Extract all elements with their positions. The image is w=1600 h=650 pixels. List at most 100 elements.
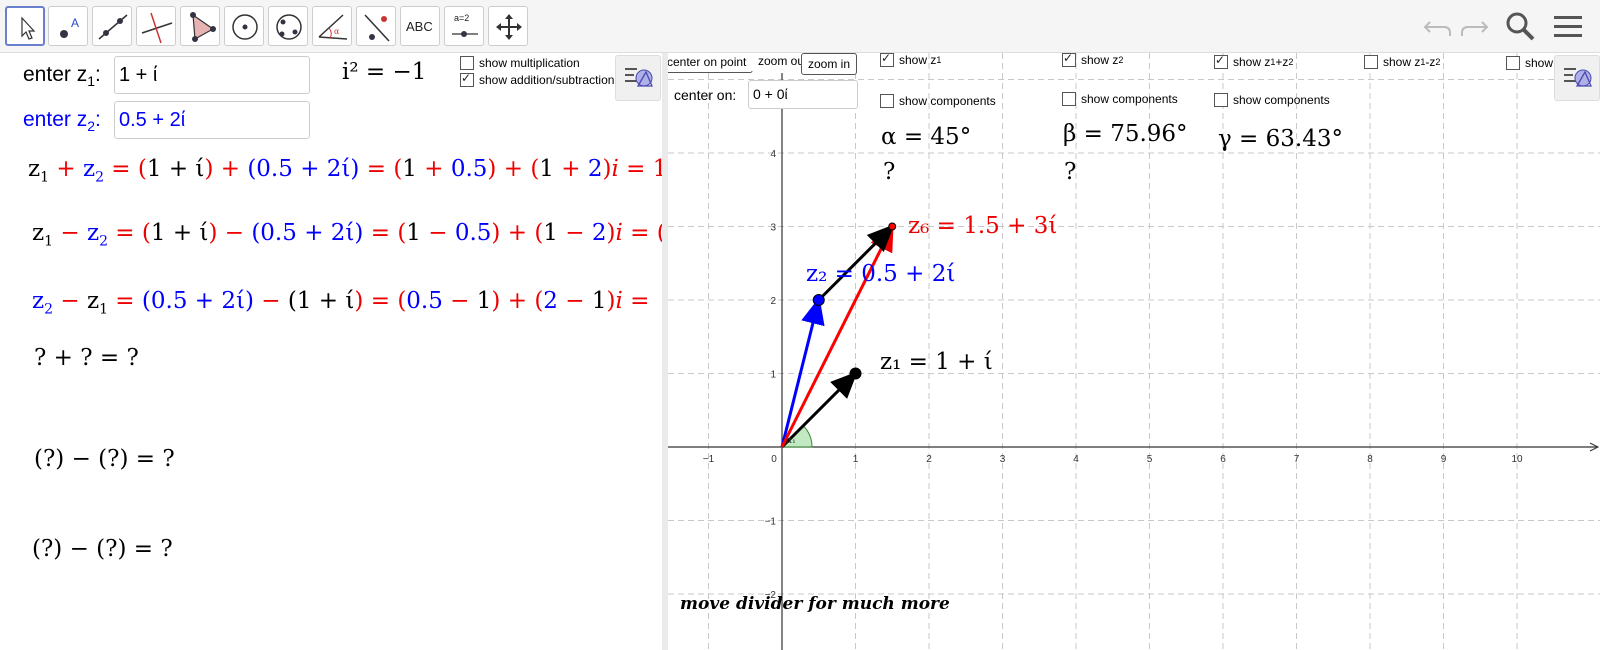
undo-icon xyxy=(1423,21,1451,36)
show-more-checkbox[interactable]: show xyxy=(1506,56,1553,70)
menu-button[interactable] xyxy=(1550,8,1586,44)
slider-icon xyxy=(452,31,478,37)
beta-question: ? xyxy=(1064,159,1077,185)
show-components-checkbox-2[interactable]: show components xyxy=(1062,92,1178,106)
sum-equation: z1 + z2 = (1 + ί) + (0.5 + 2ί) = (1 + 0.… xyxy=(28,156,662,186)
center-on-point-button[interactable]: center on point xyxy=(668,53,754,73)
angle-icon: α xyxy=(318,14,348,40)
x-tick-label: 7 xyxy=(1294,454,1300,465)
line-tool-button[interactable] xyxy=(92,6,132,46)
perpendicular-tool-button[interactable] xyxy=(136,6,176,46)
checkbox-box xyxy=(460,56,474,70)
z1-input[interactable]: 1 + ί xyxy=(114,56,310,94)
x-tick-label: 1 xyxy=(853,454,859,465)
show-z2-checkbox[interactable]: show z2 xyxy=(1062,53,1123,67)
move-tool-button[interactable] xyxy=(5,6,45,46)
move-arrows-icon xyxy=(496,14,522,40)
footer-hint: move divider for much more xyxy=(680,594,950,614)
y-tick-label: −1 xyxy=(765,517,777,528)
y-tick-label: 1 xyxy=(770,370,776,381)
show-z1-checkbox[interactable]: show z1 xyxy=(880,53,941,67)
alpha-value: α = 45° xyxy=(881,124,972,150)
angle-tool-button[interactable]: α xyxy=(312,6,352,46)
show-components-checkbox-3[interactable]: show components xyxy=(1214,93,1330,107)
point-tool-button[interactable]: A xyxy=(48,6,88,46)
reflect-tool-button[interactable] xyxy=(356,6,396,46)
undo-button[interactable] xyxy=(1420,8,1456,44)
show-difference-checkbox[interactable]: show z 1 -z 2 xyxy=(1364,55,1440,69)
line-icon xyxy=(98,14,128,40)
checkbox-label: show xyxy=(1525,56,1554,70)
cursor-icon xyxy=(21,16,36,40)
z1-input-label: enter z1: xyxy=(23,63,101,90)
vectors xyxy=(780,223,895,449)
search-button[interactable] xyxy=(1502,8,1538,44)
graphics-style-bar-toggle[interactable] xyxy=(1554,55,1600,101)
redo-icon xyxy=(1461,21,1489,36)
z2-input[interactable]: 0.5 + 2ί xyxy=(114,101,310,139)
hamburger-menu-icon xyxy=(1554,16,1582,37)
z2-point-label: z₂ = 0.5 + 2ί xyxy=(806,261,956,287)
search-icon xyxy=(1506,12,1535,41)
alpha-question: ? xyxy=(883,159,896,185)
graphics-panel: −1 0 1 2 3 4 5 6 7 8 9 10 4 3 2 1 −1 −2 z₆ = 1.5 + 3ί z₂ … xyxy=(668,53,1600,650)
circle-three-points-tool-button[interactable] xyxy=(268,6,308,46)
style-bar-icon xyxy=(1564,68,1592,87)
y-tick-label: 4 xyxy=(770,149,776,160)
show-addition-subtraction-checkbox[interactable]: show addition/subtraction xyxy=(460,71,614,87)
checkbox-box xyxy=(1062,92,1076,106)
vector-arrow xyxy=(780,223,894,448)
y-tick-label: 3 xyxy=(770,223,776,234)
x-tick-label: 2 xyxy=(926,454,932,465)
show-sum-checkbox[interactable]: show z1+z2 xyxy=(1214,53,1293,69)
circle-icon xyxy=(232,14,258,40)
checkbox-label: show z xyxy=(1081,53,1119,67)
redo-button[interactable] xyxy=(1456,8,1492,44)
point-z6 xyxy=(888,222,897,231)
beta-value: β = 75.96° xyxy=(1063,121,1188,147)
gamma-value: γ = 63.43° xyxy=(1218,126,1343,152)
z2-input-label: enter z2: xyxy=(23,108,101,135)
toolbar: A α ABC a=2 xyxy=(0,0,1600,53)
sum-placeholder-equation: ? + ? = ? xyxy=(34,345,139,371)
difference-equation-1: z1 − z2 = (1 + ί) − (0.5 + 2ί) = (1 − 0.… xyxy=(32,220,662,250)
reflect-icon xyxy=(364,14,390,42)
checkbox-label: show components xyxy=(899,94,996,108)
checkbox-box xyxy=(1214,93,1228,107)
perpendicular-icon xyxy=(141,12,173,44)
center-on-label: center on: xyxy=(674,87,737,103)
i-squared-equation: i² = −1 xyxy=(342,59,427,85)
x-tick-label: −1 xyxy=(703,454,715,465)
move-graphics-tool-button[interactable] xyxy=(488,6,528,46)
checkbox-box xyxy=(1214,53,1228,69)
z1-point-label: z₁ = 1 + ί xyxy=(880,349,993,375)
center-on-input[interactable]: 0 + 0ί xyxy=(748,80,858,109)
angle-label: α₁ xyxy=(786,436,796,446)
circle-three-points-icon xyxy=(276,14,302,40)
difference-placeholder-equation-1: (?) − (?) = ? xyxy=(34,446,175,472)
checkbox-label: show z xyxy=(1383,55,1421,69)
show-components-checkbox-1[interactable]: show components xyxy=(880,94,996,108)
show-multiplication-checkbox[interactable]: show multiplication xyxy=(460,56,580,70)
polygon-tool-button[interactable] xyxy=(180,6,220,46)
zoom-in-button[interactable]: zoom in xyxy=(801,53,858,75)
x-tick-label: 0 xyxy=(771,454,777,465)
checkbox-label: show components xyxy=(1233,93,1330,107)
polygon-icon xyxy=(190,12,216,42)
difference-equation-2: z2 − z1 = (0.5 + 2ί) − (1 + ί) = (0.5 − … xyxy=(32,288,650,318)
text-tool-button[interactable]: ABC xyxy=(400,6,440,46)
circle-tool-button[interactable] xyxy=(224,6,264,46)
x-tick-label: 10 xyxy=(1511,454,1523,465)
algebra-style-bar-toggle[interactable] xyxy=(615,55,661,101)
x-tick-label: 5 xyxy=(1147,454,1153,465)
checkbox-box xyxy=(1364,55,1378,69)
x-tick-label: 6 xyxy=(1220,454,1226,465)
slider-tool-button[interactable]: a=2 xyxy=(444,6,484,46)
svg-text:α: α xyxy=(334,27,340,36)
difference-placeholder-equation-2: (?) − (?) = ? xyxy=(32,536,173,562)
x-tick-label: 8 xyxy=(1367,454,1373,465)
point-icon: A xyxy=(60,16,79,38)
checkbox-box xyxy=(1062,53,1076,67)
algebra-panel: enter z1: 1 + ί i² = −1 show multiplicat… xyxy=(0,53,662,650)
checkbox-box xyxy=(1506,56,1520,70)
